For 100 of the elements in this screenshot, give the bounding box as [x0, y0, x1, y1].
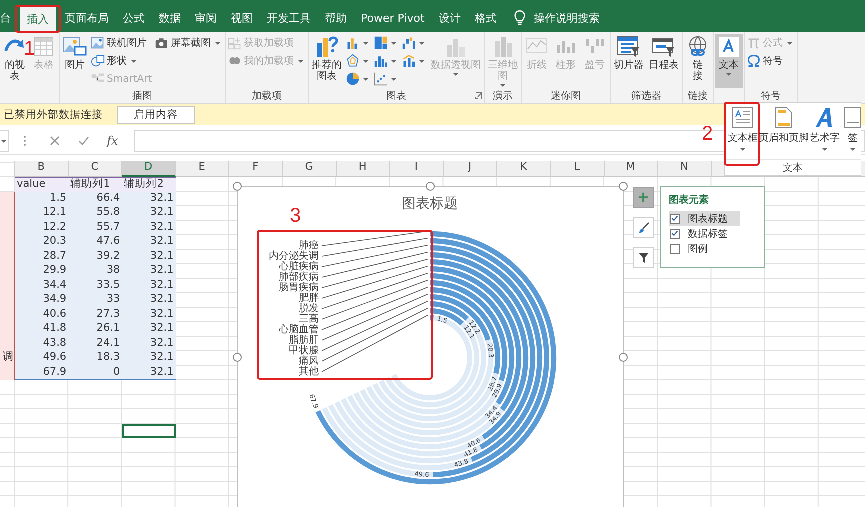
chart-tool-button[interactable]	[633, 247, 654, 268]
ribbon-tab[interactable]: 公式	[116, 4, 152, 32]
group-label: 演示	[493, 90, 514, 102]
table-cell: 33.5	[68, 278, 122, 293]
resize-handle[interactable]	[233, 353, 242, 362]
menu-item[interactable]: 图例	[669, 241, 740, 256]
table-cell: value	[15, 177, 69, 192]
series-label: 肥胖	[299, 293, 319, 304]
ribbon-tab[interactable]: 数据	[152, 4, 188, 32]
name-box[interactable]	[0, 130, 9, 152]
table-cell: 32.1	[122, 250, 176, 264]
table-cell: 32.1	[122, 336, 176, 351]
ribbon-tab[interactable]: Power Pivot	[354, 4, 432, 32]
camera-icon	[155, 36, 170, 50]
gallery-button[interactable]: 艺术字	[810, 103, 840, 159]
ribbon-tab[interactable]: 视图	[224, 4, 260, 32]
chart-tool-button[interactable]	[633, 217, 654, 238]
cell-text: 调	[3, 351, 14, 365]
caret-icon	[822, 148, 828, 151]
shapes-icon	[91, 54, 105, 68]
ribbon-button[interactable]: 联机图片	[90, 34, 154, 52]
column-header[interactable]: H	[336, 161, 390, 177]
group-label: 筛选器	[632, 90, 662, 102]
ribbon-button[interactable]: 文本	[715, 34, 744, 88]
group-label: 插图	[132, 90, 153, 102]
caret-icon	[391, 60, 398, 62]
resize-handle[interactable]	[426, 182, 435, 191]
series-label: 肠胃疾病	[279, 282, 319, 294]
column-header[interactable]: F	[229, 161, 283, 177]
enable-content-button[interactable]: 启用内容	[117, 106, 195, 124]
resize-handle[interactable]	[619, 182, 628, 191]
ribbon-tab[interactable]: 开发工具	[260, 4, 318, 32]
ribbon-tab[interactable]: 审阅	[188, 4, 224, 32]
series-label: 肺部疾病	[279, 272, 319, 283]
ribbon-tab[interactable]: 页面布局	[58, 4, 116, 32]
table-cell: 67.9	[15, 366, 69, 380]
group-label: 文本	[783, 162, 803, 174]
column-header[interactable]: D	[122, 161, 176, 177]
table-cell: 32.1	[122, 235, 176, 250]
tell-me-search[interactable]: 操作说明搜索	[514, 4, 600, 32]
ribbon-button[interactable]: 链接	[684, 34, 712, 88]
ribbon-tab[interactable]: 插入	[20, 7, 56, 32]
resize-handle[interactable]	[619, 353, 628, 362]
ribbon-button[interactable]: 图片	[61, 34, 89, 88]
close-icon[interactable]	[49, 135, 61, 147]
table-cell: 18.3	[68, 351, 122, 366]
series-label: 其他	[299, 366, 319, 378]
annotation-box	[15, 5, 61, 33]
selected-cell[interactable]	[122, 424, 176, 438]
caret-icon	[500, 84, 506, 87]
ribbon-button[interactable]: 符号	[746, 52, 796, 70]
plus-icon	[638, 192, 649, 203]
table-cell: 32.1	[122, 220, 176, 235]
column-header[interactable]: K	[497, 161, 551, 177]
column-header[interactable]: E	[176, 161, 230, 177]
caret-icon	[298, 60, 304, 62]
table-cell: 39.2	[68, 250, 122, 264]
caret-icon	[453, 73, 460, 76]
column-header[interactable]: I	[390, 161, 444, 177]
column-header[interactable]: J	[444, 161, 498, 177]
checkbox[interactable]	[670, 214, 680, 224]
ribbon-button[interactable]: 形状	[90, 52, 154, 70]
series-label: 痛风	[299, 356, 319, 367]
ribbon-tab[interactable]: 格式	[468, 4, 504, 32]
column-header[interactable]: L	[550, 161, 605, 177]
insert-function-button[interactable]: fx	[107, 134, 118, 148]
checkbox[interactable]	[670, 228, 680, 238]
column-header[interactable]: N	[658, 161, 712, 177]
ribbon-tab[interactable]: 帮助	[318, 4, 354, 32]
dialog-launcher-icon[interactable]	[475, 92, 484, 100]
column-header[interactable]: B	[15, 161, 69, 177]
caret-icon	[363, 78, 370, 80]
resize-handle[interactable]	[233, 182, 242, 191]
column-header[interactable]: M	[604, 161, 658, 177]
ribbon-button[interactable]: 日程表	[647, 34, 682, 88]
ribbon-tab[interactable]: 台	[0, 4, 18, 32]
annotation-box	[724, 102, 760, 166]
check-icon[interactable]	[78, 135, 90, 147]
ribbon-button[interactable]: 切片器	[612, 34, 646, 88]
series-label: 甲状腺	[289, 346, 319, 356]
ribbon-button[interactable]: 推荐的图表	[310, 34, 344, 88]
ribbon-button[interactable]: 屏幕截图	[154, 34, 224, 52]
table-cell: 32.1	[122, 322, 176, 336]
lightbulb-icon	[514, 10, 526, 26]
caret-icon	[363, 42, 370, 44]
column-header[interactable]: G	[282, 161, 337, 177]
series-label: 内分泌失调	[269, 251, 319, 262]
ribbon-tab[interactable]: 设计	[432, 4, 468, 32]
menu-item[interactable]: 数据标签	[669, 226, 740, 241]
group-label: 符号	[761, 90, 782, 102]
series-label: 心脏疾病	[279, 262, 319, 272]
chart-title[interactable]: 图表标题	[402, 196, 458, 212]
checkbox[interactable]	[670, 244, 680, 254]
table-cell: 41.8	[15, 322, 69, 336]
menu-item[interactable]: 图表标题	[669, 211, 740, 226]
group-label: 链接	[688, 90, 708, 102]
table-cell: 29.9	[15, 264, 69, 278]
gallery-button[interactable]: 签	[841, 103, 861, 159]
column-header[interactable]: C	[68, 161, 122, 177]
gallery-button[interactable]: 文本框	[728, 103, 758, 159]
